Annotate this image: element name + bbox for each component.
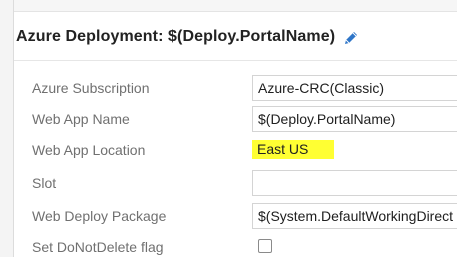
window-top-strip [0, 0, 457, 12]
web-app-location-value: East US [252, 140, 335, 159]
web-app-name-input[interactable]: $(Deploy.PortalName) [252, 106, 457, 132]
set-donotdelete-label: Set DoNotDelete flag [32, 239, 164, 255]
azure-subscription-row: Azure Subscription Azure-CRC(Classic) [0, 75, 457, 103]
header-divider [14, 60, 457, 61]
set-donotdelete-row: Set DoNotDelete flag [0, 234, 457, 262]
web-deploy-package-input[interactable]: $(System.DefaultWorkingDirect [252, 203, 457, 229]
slot-input[interactable] [252, 170, 457, 196]
web-deploy-package-label: Web Deploy Package [32, 208, 167, 224]
azure-subscription-label: Azure Subscription [32, 80, 150, 96]
slot-label: Slot [32, 175, 57, 191]
pencil-icon[interactable] [343, 30, 359, 46]
web-app-location-select[interactable]: East US [252, 137, 457, 163]
web-app-name-row: Web App Name $(Deploy.PortalName) [0, 106, 457, 134]
web-app-name-label: Web App Name [32, 111, 130, 127]
slot-row: Slot [0, 170, 457, 198]
azure-subscription-select[interactable]: Azure-CRC(Classic) [252, 75, 457, 101]
panel-header: Azure Deployment: $(Deploy.PortalName) [16, 26, 359, 48]
page-title: Azure Deployment: $(Deploy.PortalName) [16, 28, 336, 45]
web-app-location-label: Web App Location [32, 142, 146, 158]
web-app-location-row: Web App Location East US [0, 137, 457, 165]
web-deploy-package-row: Web Deploy Package $(System.DefaultWorki… [0, 203, 457, 231]
set-donotdelete-checkbox[interactable] [258, 239, 272, 253]
